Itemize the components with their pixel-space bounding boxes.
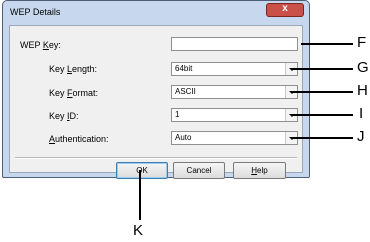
close-icon: x — [282, 3, 288, 14]
callout-label-i: I — [359, 105, 364, 122]
dialog-body: WEP Key: Key Length: 64bit Key Format: A… — [9, 25, 303, 179]
callout-line-g — [293, 68, 353, 70]
ok-button[interactable]: OK — [116, 162, 168, 179]
wep-key-input[interactable] — [171, 37, 298, 51]
authentication-select[interactable]: Auto — [171, 131, 298, 145]
key-id-label-rest: D: — [69, 111, 79, 121]
wep-key-label-text: WEP — [20, 40, 43, 50]
authentication-value: Auto — [175, 133, 192, 142]
callout-line-h — [293, 91, 353, 93]
key-id-value: 1 — [175, 110, 180, 119]
key-format-label-text: Key — [49, 88, 68, 98]
key-format-label-rest: ormat: — [72, 88, 99, 98]
key-length-value: 64bit — [175, 64, 193, 73]
callout-label-g: G — [357, 59, 369, 76]
callout-label-f: F — [357, 34, 367, 51]
key-id-label: Key ID: — [49, 111, 79, 121]
wep-key-label: WEP Key: — [20, 40, 61, 50]
wep-key-label-rest: ey: — [48, 40, 61, 50]
key-length-label-text: Key — [49, 64, 68, 74]
cancel-button[interactable]: Cancel — [173, 162, 225, 179]
key-id-select[interactable]: 1 — [171, 108, 298, 122]
help-button-label: elp — [257, 166, 268, 175]
callout-label-h: H — [357, 82, 368, 99]
callout-line-i — [293, 114, 353, 116]
dialog-title: WEP Details — [10, 7, 61, 17]
authentication-label: Authentication: — [49, 134, 109, 144]
key-length-label-rest: ength: — [72, 64, 98, 74]
key-format-value: ASCII — [175, 87, 196, 96]
callout-line-k — [139, 170, 141, 220]
separator-line — [15, 157, 297, 159]
help-button[interactable]: Help — [233, 162, 286, 179]
wep-details-dialog: WEP Details x WEP Key: Key Length: 64bit… — [2, 0, 310, 179]
authentication-label-rest: uthentication: — [55, 134, 109, 144]
key-format-select[interactable]: ASCII — [171, 85, 298, 99]
key-length-select[interactable]: 64bit — [171, 62, 298, 76]
callout-line-j — [293, 137, 353, 139]
close-button[interactable]: x — [266, 3, 304, 17]
key-id-label-text: Key — [49, 111, 68, 121]
key-format-label: Key Format: — [49, 88, 98, 98]
key-length-label: Key Length: — [49, 64, 97, 74]
title-bar[interactable]: WEP Details x — [3, 1, 309, 25]
callout-line-f — [301, 43, 353, 45]
callout-label-k: K — [133, 222, 144, 239]
callout-label-j: J — [357, 128, 365, 145]
